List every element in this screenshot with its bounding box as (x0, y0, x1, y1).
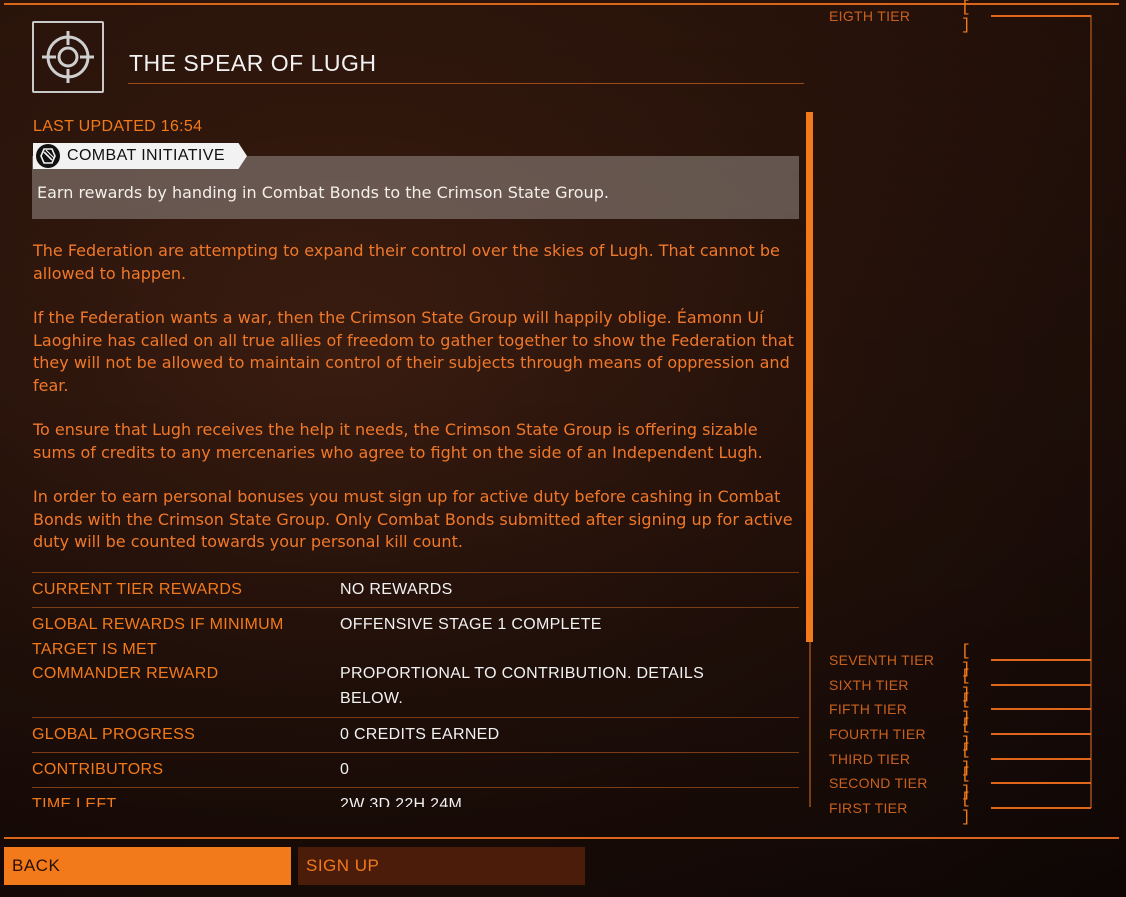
crosshair-target-icon (32, 21, 104, 93)
tier-fifth: FIFTH TIER [ ] (829, 691, 1091, 727)
row-key: GLOBAL REWARDS IF MINIMUM TARGET IS MET (32, 616, 284, 658)
tier-seventh: SEVENTH TIER [ ] (829, 642, 1091, 678)
tier-line (991, 807, 1091, 809)
initiative-info-table: CURRENT TIER REWARDS NO REWARDS GLOBAL R… (32, 572, 799, 807)
combat-initiative-icon (36, 144, 60, 168)
tier-checkbox: [ ] (961, 0, 971, 34)
table-row: COMMANDER REWARD PROPORTIONAL TO CONTRIB… (32, 657, 799, 717)
tier-third: THIRD TIER [ ] (829, 741, 1091, 777)
row-key: TIME LEFT (32, 796, 117, 807)
table-row: GLOBAL PROGRESS 0 CREDITS EARNED (32, 717, 799, 752)
tier-line (991, 708, 1091, 710)
page-title: THE SPEAR OF LUGH (129, 50, 377, 76)
description-paragraph: To ensure that Lugh receives the help it… (33, 420, 763, 462)
top-frame-line (4, 3, 1119, 5)
row-value: 2W 3D 22H 24M (340, 796, 463, 807)
tier-label: EIGTH TIER (829, 8, 911, 24)
tier-line (991, 758, 1091, 760)
tag-label: COMBAT INITIATIVE (67, 147, 225, 164)
row-key: COMMANDER REWARD (32, 665, 219, 682)
tier-line (991, 782, 1091, 784)
table-row: GLOBAL REWARDS IF MINIMUM TARGET IS MET … (32, 607, 799, 658)
bottom-frame-line (4, 837, 1119, 839)
tier-first: FIRST TIER [ ] (829, 790, 1091, 826)
row-value: 0 (340, 761, 350, 778)
summary-text: Earn rewards by handing in Combat Bonds … (37, 183, 609, 202)
tier-fourth: FOURTH TIER [ ] (829, 716, 1091, 752)
tier-line (991, 15, 1091, 17)
table-row: TIME LEFT 2W 3D 22H 24M (32, 787, 799, 807)
tier-second: SECOND TIER [ ] (829, 765, 1091, 801)
table-row: CONTRIBUTORS 0 (32, 752, 799, 787)
last-updated-label: LAST UPDATED 16:54 (33, 118, 203, 135)
initiative-type-tag: COMBAT INITIATIVE (33, 143, 247, 169)
row-key: CONTRIBUTORS (32, 761, 164, 778)
row-value: OFFENSIVE STAGE 1 COMPLETE (340, 616, 602, 633)
tier-line (991, 684, 1091, 686)
tier-label: SECOND TIER (829, 775, 928, 791)
tier-label: THIRD TIER (829, 751, 911, 767)
title-divider (128, 83, 804, 84)
row-value: PROPORTIONAL TO CONTRIBUTION. DETAILS BE… (340, 665, 705, 707)
tier-line (991, 733, 1091, 735)
description-body: The Federation are attempting to expand … (33, 240, 803, 576)
row-key: CURRENT TIER REWARDS (32, 581, 243, 598)
description-paragraph: In order to earn personal bonuses you mu… (33, 487, 793, 551)
row-value: 0 CREDITS EARNED (340, 726, 500, 743)
tier-label: SEVENTH TIER (829, 652, 935, 668)
tier-label: FOURTH TIER (829, 726, 926, 742)
sign-up-button[interactable]: SIGN UP (298, 847, 585, 885)
description-paragraph: If the Federation wants a war, then the … (33, 308, 794, 395)
tier-sixth: SIXTH TIER [ ] (829, 667, 1091, 703)
tier-label: FIRST TIER (829, 800, 908, 816)
description-paragraph: The Federation are attempting to expand … (33, 241, 780, 283)
tier-label: FIFTH TIER (829, 701, 908, 717)
tier-checkbox: [ ] (961, 790, 971, 826)
row-key: GLOBAL PROGRESS (32, 726, 196, 743)
tier-eighth: EIGTH TIER [ ] (829, 0, 1091, 34)
table-row: CURRENT TIER REWARDS NO REWARDS (32, 572, 799, 607)
tier-line (991, 659, 1091, 661)
back-button[interactable]: BACK (4, 847, 291, 885)
tier-label: SIXTH TIER (829, 677, 909, 693)
scrollbar-thumb[interactable] (806, 112, 813, 642)
row-value: NO REWARDS (340, 581, 453, 598)
